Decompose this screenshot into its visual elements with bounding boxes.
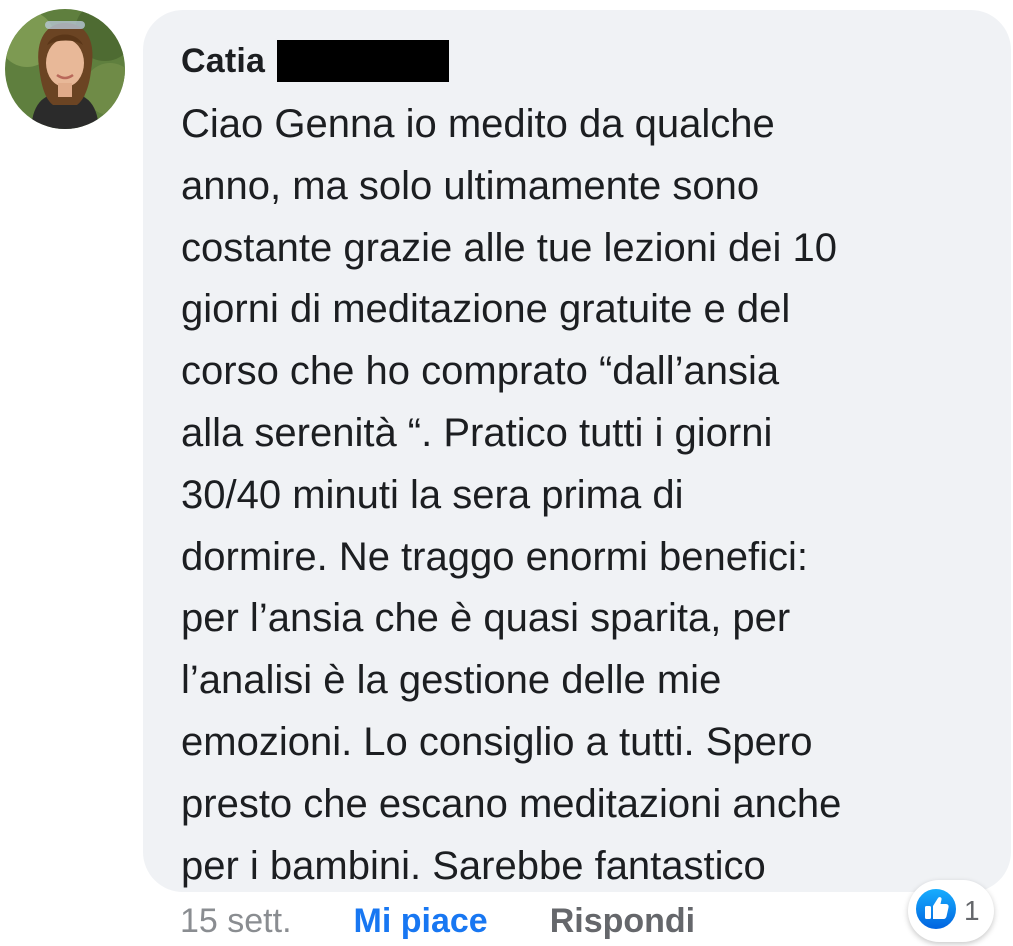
comment-header: Catia [181, 38, 991, 84]
like-button[interactable]: Mi piace [354, 902, 488, 941]
reply-button[interactable]: Rispondi [550, 902, 695, 941]
avatar[interactable] [5, 9, 125, 129]
comment-timestamp[interactable]: 15 sett. [180, 902, 292, 941]
comment-bubble: Catia Ciao Genna io medito da qualche an… [143, 10, 1011, 892]
avatar-photo [5, 9, 125, 129]
redaction-bar [277, 40, 450, 82]
reaction-summary[interactable]: 1 [908, 880, 994, 942]
comment-actions: 15 sett. Mi piace Rispondi [180, 902, 695, 941]
author-name[interactable]: Catia [181, 42, 265, 81]
reaction-count: 1 [964, 895, 980, 926]
comment-text: Ciao Genna io medito da qualche anno, ma… [181, 102, 842, 888]
like-thumb-icon [914, 886, 958, 936]
